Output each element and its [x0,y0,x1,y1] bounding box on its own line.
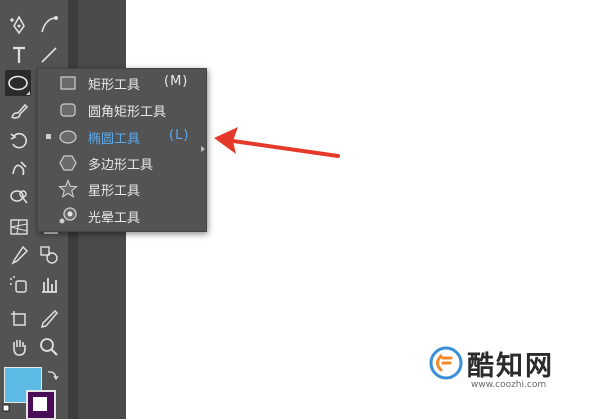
ellipse-tool-icon[interactable] [5,70,31,96]
menu-item-ellipse-tool[interactable]: 椭圆工具 (L) [38,124,206,150]
menu-item-label: 椭圆工具 [88,132,141,147]
shape-tools-flyout: 矩形工具 (M) 圆角矩形工具 椭圆工具 (L) 多边形工具 星形工具 光晕工具 [37,68,207,232]
coozhi-logo-icon [429,346,463,380]
menu-item-rounded-rectangle-tool[interactable]: 圆角矩形工具 [38,97,206,123]
artboard-tool-icon[interactable] [6,306,32,332]
menu-item-label: 星形工具 [88,184,141,199]
menu-item-shortcut: (M) [164,74,189,89]
perspective-grid-tool-icon[interactable] [6,214,32,240]
stroke-swatch-center [33,397,47,411]
star-icon [58,179,78,199]
line-segment-tool-icon[interactable] [36,42,62,68]
eyedropper-tool-icon[interactable] [6,242,32,268]
rectangle-icon [58,73,78,93]
rounded-rectangle-icon [58,100,78,120]
polygon-icon [58,153,78,173]
blend-tool-icon[interactable] [36,242,62,268]
slice-tool-icon[interactable] [36,306,62,332]
menu-item-star-tool[interactable]: 星形工具 [38,176,206,202]
warp-tool-icon[interactable] [6,156,32,182]
tearoff-arrow-icon[interactable] [201,146,205,152]
zoom-tool-icon[interactable] [36,334,62,360]
swap-fill-stroke-icon[interactable] [46,368,60,382]
menu-item-rectangle-tool[interactable]: 矩形工具 (M) [38,70,206,96]
menu-item-shortcut: (L) [169,128,190,143]
watermark-title: 酷知网 [467,351,554,382]
symbol-sprayer-tool-icon[interactable] [6,272,32,298]
column-graph-tool-icon[interactable] [36,272,62,298]
rotate-tool-icon[interactable] [6,128,32,154]
menu-item-label: 圆角矩形工具 [88,105,167,120]
menu-item-label: 矩形工具 [88,78,141,93]
menu-item-polygon-tool[interactable]: 多边形工具 [38,150,206,176]
shape-builder-tool-icon[interactable] [6,182,32,208]
watermark-url: www.coozhi.com [471,380,547,390]
pen-tool-icon[interactable] [6,12,32,38]
tool-group-indicator [26,91,30,95]
menu-item-label: 多边形工具 [88,158,154,173]
ellipse-icon [58,127,78,147]
selected-indicator [46,134,51,139]
watermark: 酷知网 www.coozhi.com [423,340,583,415]
stroke-color-swatch[interactable] [26,390,56,420]
flare-icon [58,206,78,226]
red-arrow-annotation [214,127,340,158]
menu-item-flare-tool[interactable]: 光晕工具 [38,203,206,229]
default-fill-stroke-icon[interactable] [2,404,14,416]
curvature-tool-icon[interactable] [36,12,62,38]
hand-tool-icon[interactable] [6,334,32,360]
menu-item-label: 光晕工具 [88,211,141,226]
paintbrush-tool-icon[interactable] [6,98,32,124]
type-tool-icon[interactable] [6,42,32,68]
